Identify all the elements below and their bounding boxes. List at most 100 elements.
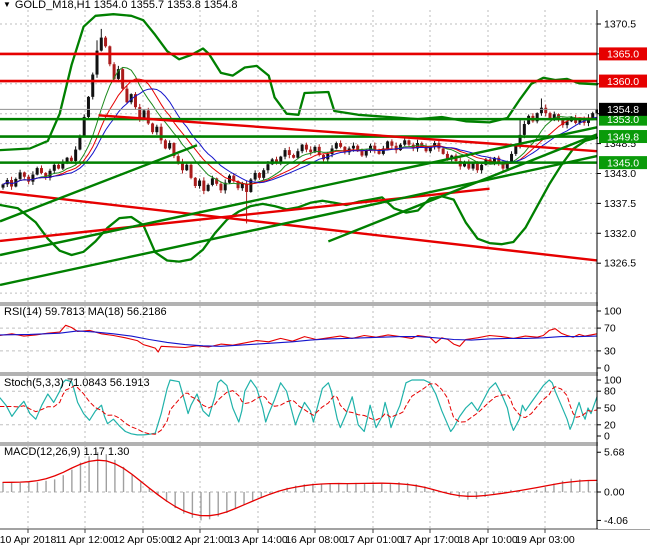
candle-body — [407, 140, 411, 145]
stoch-tick-label: 100 — [604, 375, 622, 387]
time-tick-label: 12 Apr 21:00 — [170, 534, 230, 546]
candle-body — [219, 183, 223, 191]
price-badge-label: 1365.0 — [607, 49, 639, 61]
chart-window: 1370.51365.01359.51354.01348.51343.01337… — [0, 0, 650, 550]
time-tick-label: 16 Apr 08:00 — [285, 534, 345, 546]
time-tick-label: 17 Apr 01:00 — [343, 534, 403, 546]
chart-canvas[interactable]: 1370.51365.01359.51354.01348.51343.01337… — [0, 0, 650, 550]
candle-body — [168, 143, 172, 149]
stoch-tick-label: 50 — [604, 403, 616, 415]
candle-body — [185, 164, 189, 171]
price-axis[interactable]: 1370.51365.01359.51354.01348.51343.01337… — [596, 10, 650, 529]
candle-body — [206, 184, 210, 191]
candle-body — [240, 183, 244, 189]
candle-body — [245, 183, 249, 192]
chart-title: GOLD_M18,H1 1354.0 1355.7 1353.8 1354.8 — [14, 0, 238, 11]
time-tick-label: 17 Apr 17:00 — [400, 534, 460, 546]
candle-body — [403, 140, 407, 145]
candle-body — [544, 107, 548, 114]
price-badge-label: 1345.0 — [607, 157, 639, 169]
symbol-dropdown-icon[interactable]: ▼ — [3, 0, 11, 11]
candle-body — [125, 88, 129, 103]
candle-body — [155, 126, 159, 133]
candle-body — [480, 164, 484, 171]
candle-body — [69, 157, 73, 161]
candle-body — [475, 163, 479, 171]
candle-body — [253, 172, 257, 180]
candle-body — [193, 177, 197, 186]
candle-body — [304, 144, 308, 150]
macd-indicator-label: MACD(12,26,9) 1.17 1.30 — [4, 446, 130, 458]
candle-body — [262, 170, 266, 178]
candle-body — [351, 145, 355, 149]
candle-body — [104, 37, 108, 47]
rsi-tick-label: 100 — [604, 306, 622, 318]
price-badge-label: 1354.8 — [607, 104, 639, 116]
candle-body — [339, 143, 343, 147]
candle-body — [522, 124, 526, 135]
candle-body — [91, 74, 95, 97]
candle-body — [514, 145, 518, 154]
stoch-indicator-label: Stoch(5,3,3) 71.0843 56.1913 — [4, 377, 150, 389]
candle-body — [591, 113, 595, 118]
candle-body — [300, 144, 304, 152]
candle-body — [86, 96, 90, 117]
candle-body — [334, 143, 338, 149]
candle-body — [283, 150, 287, 157]
stoch-tick-label: 20 — [604, 419, 616, 431]
candle-body — [257, 172, 261, 178]
time-tick-label: 13 Apr 14:00 — [228, 534, 288, 546]
candle-body — [57, 164, 61, 169]
candle-body — [292, 155, 296, 158]
price-tick-label: 1332.0 — [604, 228, 636, 240]
candle-body — [198, 180, 202, 186]
candle-body — [146, 110, 150, 124]
time-tick-label: 11 Apr 12:00 — [56, 534, 115, 546]
candle-body — [159, 126, 163, 141]
price-badge-label: 1360.0 — [607, 76, 639, 88]
macd-tick-label: 0.00 — [604, 487, 625, 499]
candle-body — [27, 176, 31, 182]
candle-body — [99, 37, 103, 51]
macd-tick-label: -4.06 — [604, 515, 628, 527]
price-tick-label: 1326.5 — [604, 258, 636, 270]
rsi-indicator-label: RSI(14) 59.7813 MA(18) 56.2186 — [4, 306, 167, 318]
price-tick-label: 1337.5 — [604, 198, 636, 210]
candle-body — [151, 123, 155, 133]
rsi-tick-label: 0 — [604, 363, 610, 375]
candle-body — [52, 164, 56, 171]
candle-body — [471, 163, 475, 169]
candle-body — [121, 69, 125, 89]
candle-body — [202, 180, 206, 191]
rsi-tick-label: 30 — [604, 345, 616, 357]
stoch-tick-label: 80 — [604, 386, 616, 398]
candle-body — [163, 140, 167, 149]
candle-body — [189, 164, 193, 178]
price-tick-label: 1343.0 — [604, 168, 636, 180]
candle-body — [539, 107, 543, 114]
candle-body — [31, 174, 35, 182]
time-tick-label: 10 Apr 2018 — [0, 534, 56, 546]
candle-body — [35, 168, 39, 175]
candle-body — [266, 164, 270, 171]
candle-body — [176, 156, 180, 163]
candle-body — [74, 149, 78, 161]
candle-body — [296, 151, 300, 158]
candle-body — [210, 178, 214, 185]
candle-body — [386, 141, 390, 149]
macd-tick-label: 5.68 — [604, 447, 625, 459]
candle-body — [18, 172, 22, 179]
candle-body — [22, 172, 26, 177]
candle-body — [309, 149, 313, 153]
candle-body — [78, 135, 82, 150]
chart-title-bar: ▼ GOLD_M18,H1 1354.0 1355.7 1353.8 1354.… — [3, 0, 238, 11]
stoch-tick-label: 0 — [604, 431, 610, 443]
time-tick-label: 19 Apr 03:00 — [515, 534, 575, 546]
candle-body — [360, 151, 364, 156]
candle-body — [390, 141, 394, 146]
rsi-tick-label: 70 — [604, 323, 616, 335]
time-tick-label: 18 Apr 10:00 — [458, 534, 518, 546]
candle-body — [510, 153, 514, 163]
candle-body — [39, 168, 43, 173]
price-tick-label: 1370.5 — [604, 19, 636, 31]
